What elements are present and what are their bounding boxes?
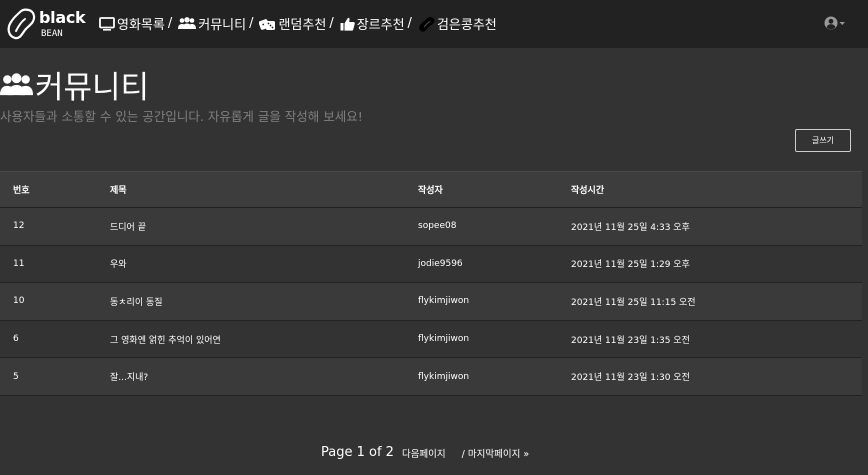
- logo-text-top: black: [39, 7, 86, 27]
- users-icon: [178, 17, 197, 29]
- nav-item-blackbean[interactable]: 검은콩추천: [418, 14, 497, 33]
- nav-item-genre[interactable]: 장르추천 /: [340, 14, 412, 33]
- write-post-button[interactable]: 글쓰기: [795, 129, 851, 152]
- page-title-text: 커뮤니티: [35, 70, 150, 106]
- post-time: 2021년 11월 25일 11:15 오전: [571, 297, 696, 308]
- post-writer: flykimjiwon: [418, 296, 470, 307]
- last-page-link[interactable]: / 마지막페이지 »: [462, 446, 530, 460]
- post-time: 2021년 11월 25일 1:29 오후: [571, 260, 690, 271]
- nav-item-label: 검은콩추천: [436, 18, 497, 33]
- dice-icon: [259, 18, 276, 30]
- pagination: Page 1 of 2 다음페이지 / 마지막페이지 »: [321, 445, 529, 460]
- post-time: 2021년 11월 25일 4:33 오후: [571, 222, 690, 233]
- table-row[interactable]: 10 동ㅊ리이 동질 flykimjiwon 2021년 11월 25일 11:…: [0, 283, 862, 321]
- chevron-down-icon: [839, 22, 845, 25]
- bean-logo-icon: [7, 8, 36, 40]
- nav-separator: /: [167, 16, 173, 31]
- post-writer: flykimjiwon: [418, 334, 470, 345]
- post-table: 번호 제목 작성자 작성시간 12 드디어 끝 sopee08 2021년 11…: [0, 171, 862, 396]
- users-icon: [0, 72, 33, 95]
- nav-item-random[interactable]: 랜덤추천 /: [259, 14, 334, 33]
- column-header-writer: 작성자: [418, 186, 443, 196]
- nav-item-community[interactable]: 커뮤니티 /: [178, 14, 253, 33]
- nav-separator: /: [329, 16, 334, 31]
- post-number: 11: [13, 258, 25, 269]
- table-row[interactable]: 12 드디어 끝 sopee08 2021년 11월 25일 4:33 오후: [0, 208, 862, 246]
- post-title-link[interactable]: 우와: [110, 246, 127, 283]
- page-subtitle: 사용자들과 소통할 수 있는 공간입니다. 자유롭게 글을 작성해 보세요!: [0, 109, 363, 124]
- post-number: 6: [13, 334, 19, 345]
- page-title: 커뮤니티: [0, 62, 149, 107]
- navbar: black BEAN 영화목록 / 커뮤니티 / 랜덤추천 / 장르추천 / 검…: [0, 0, 868, 48]
- column-header-time: 작성시간: [571, 186, 605, 196]
- user-circle-icon: [824, 16, 845, 30]
- post-title-link[interactable]: 그 영화엔 얽힌 추억이 있어연: [110, 321, 221, 358]
- next-page-link[interactable]: 다음페이지: [402, 446, 446, 460]
- post-title-link[interactable]: 잘...지내?: [110, 358, 148, 395]
- nav-item-label: 커뮤니티: [198, 18, 247, 33]
- post-title-link[interactable]: 드디어 끝: [110, 208, 146, 245]
- nav-separator: /: [407, 16, 412, 31]
- column-header-number: 번호: [13, 186, 30, 196]
- table-row[interactable]: 6 그 영화엔 얽힌 추억이 있어연 flykimjiwon 2021년 11월…: [0, 320, 862, 359]
- bean-icon: [419, 16, 435, 32]
- table-header-row: 번호 제목 작성자 작성시간: [0, 171, 862, 208]
- nav-item-label: 장르추천: [356, 18, 405, 33]
- table-row[interactable]: 11 우와 jodie9596 2021년 11월 25일 1:29 오후: [0, 245, 862, 284]
- thumbs-up-icon: [340, 17, 355, 31]
- user-menu-button[interactable]: [824, 16, 848, 30]
- post-time: 2021년 11월 23일 1:30 오전: [571, 373, 690, 384]
- nav-separator: /: [249, 16, 254, 31]
- column-header-title: 제목: [110, 186, 127, 196]
- logo[interactable]: black BEAN: [6, 6, 90, 42]
- monitor-icon: [99, 16, 115, 31]
- nav-item-label: 영화목록: [117, 18, 165, 33]
- post-number: 12: [13, 221, 25, 232]
- post-title-link[interactable]: 동ㅊ리이 동질: [110, 283, 163, 320]
- table-row[interactable]: 5 잘...지내? flykimjiwon 2021년 11월 23일 1:30…: [0, 358, 862, 396]
- post-writer: sopee08: [418, 221, 457, 232]
- nav-menu: 영화목록 / 커뮤니티 / 랜덤추천 / 장르추천 / 검은콩추천: [99, 14, 503, 33]
- page-indicator: Page 1 of 2: [321, 445, 394, 460]
- post-writer: flykimjiwon: [418, 371, 470, 382]
- post-number: 10: [13, 296, 25, 307]
- logo-text-bottom: BEAN: [41, 28, 63, 39]
- post-writer: jodie9596: [418, 258, 463, 269]
- nav-item-movies[interactable]: 영화목록 /: [99, 14, 172, 33]
- post-number: 5: [13, 371, 19, 382]
- post-time: 2021년 11월 23일 1:35 오전: [571, 335, 690, 346]
- nav-item-label: 랜덤추천: [278, 18, 327, 33]
